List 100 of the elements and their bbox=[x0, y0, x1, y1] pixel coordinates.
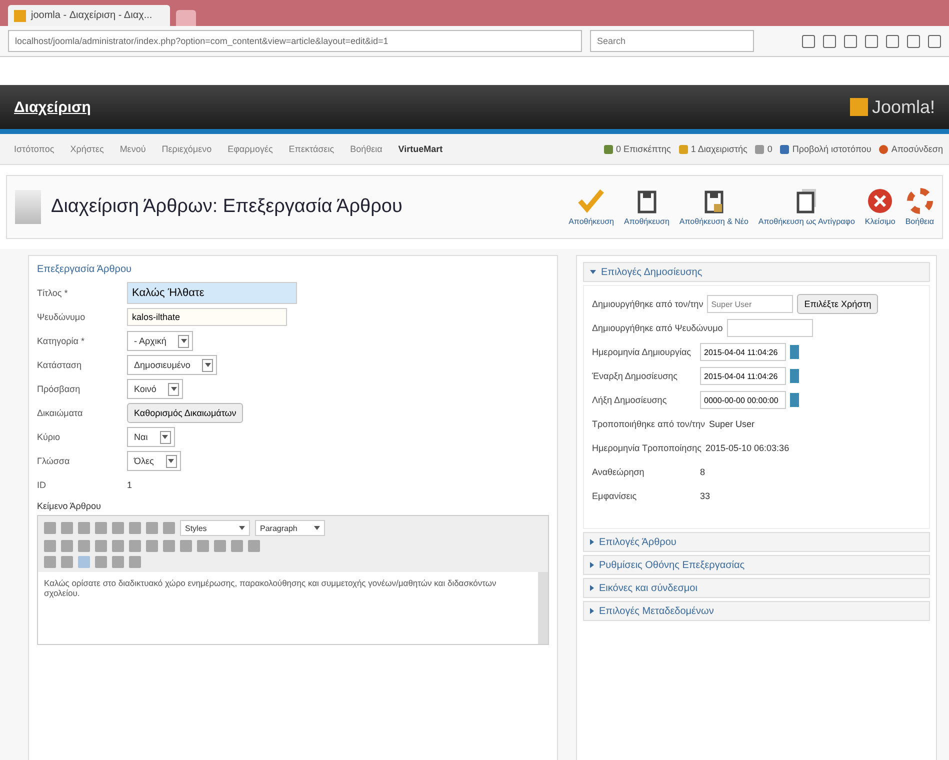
status-link[interactable]: Προβολή ιστοτόπου bbox=[780, 144, 872, 154]
panel-header[interactable]: Επιλογές Μεταδεδομένων bbox=[583, 601, 930, 621]
format-tool-icon[interactable] bbox=[78, 556, 90, 568]
panel-header[interactable]: Επιλογές Άρθρου bbox=[583, 532, 930, 552]
field-label: Ψευδώνυμο bbox=[37, 312, 86, 322]
fieldset-legend: Επεξεργασία Άρθρου bbox=[37, 264, 557, 275]
field-label: Έναρξη Δημοσίευσης bbox=[592, 371, 679, 381]
menu-item[interactable]: VirtueMart bbox=[390, 144, 451, 154]
toolbar-icon[interactable] bbox=[865, 34, 878, 48]
calendar-icon[interactable] bbox=[790, 345, 799, 359]
toolbar-icon[interactable] bbox=[907, 34, 920, 48]
menu-item[interactable]: Ιστότοπος bbox=[6, 144, 62, 154]
permissions-button[interactable]: Καθορισμός Δικαιωμάτων bbox=[127, 403, 244, 423]
field-label: Αναθεώρηση bbox=[592, 467, 646, 477]
status-link[interactable]: 1 Διαχειριστής bbox=[678, 144, 748, 154]
calendar-icon[interactable] bbox=[790, 393, 799, 407]
status-link[interactable]: 0 Επισκέπτης bbox=[604, 144, 671, 154]
field-label: Κατηγορία * bbox=[37, 336, 86, 346]
menu-item[interactable]: Εφαρμογές bbox=[220, 144, 281, 154]
format-tool-icon[interactable] bbox=[231, 540, 243, 552]
format-tool-icon[interactable] bbox=[197, 540, 209, 552]
toolbar-icon[interactable] bbox=[844, 34, 857, 48]
toolbar-icon[interactable] bbox=[823, 34, 836, 48]
format-tool-icon[interactable] bbox=[112, 522, 124, 534]
toolbar-button[interactable]: Αποθήκευση bbox=[624, 190, 670, 226]
checkmark-icon bbox=[577, 188, 606, 214]
date-field[interactable]: 0000-00-00 00:00:00 bbox=[700, 391, 786, 409]
field-label: ID bbox=[37, 480, 47, 490]
toolbar-button[interactable]: Κλείσιμο bbox=[864, 188, 896, 226]
format-tool-icon[interactable] bbox=[78, 522, 90, 534]
address-bar[interactable]: localhost/joomla/administrator/index.php?option=com_content&view=article&layout=edit&id=1 bbox=[8, 30, 582, 52]
select-user-button[interactable]: Επιλέξτε Χρήστη bbox=[797, 294, 878, 314]
toolbar-button[interactable]: Αποθήκευση & Νέο bbox=[679, 190, 748, 226]
format-tool-icon[interactable] bbox=[248, 540, 260, 552]
menu-item[interactable]: Βοήθεια bbox=[342, 144, 390, 154]
text-field[interactable]: kalos-ilthate bbox=[127, 308, 287, 326]
date-field[interactable]: 2015-04-04 11:04:26 bbox=[700, 367, 786, 385]
format-tool-icon[interactable] bbox=[95, 556, 107, 568]
format-tool-icon[interactable] bbox=[112, 556, 124, 568]
format-tool-icon[interactable] bbox=[129, 540, 141, 552]
browser-tab[interactable]: joomla - Διαχείριση - Διαχ... bbox=[8, 5, 170, 26]
select-field[interactable]: - Αρχική bbox=[127, 331, 194, 351]
select-field[interactable]: Ναι bbox=[127, 427, 175, 447]
menu-item[interactable]: Χρήστες bbox=[62, 144, 112, 154]
select-field[interactable]: Κοινό bbox=[127, 379, 184, 399]
toolbar-button[interactable]: Αποθήκευση bbox=[568, 188, 614, 226]
text-field[interactable]: Καλώς Ήλθατε bbox=[127, 282, 297, 304]
toolbar-icon[interactable] bbox=[886, 34, 899, 48]
select-field[interactable]: Όλες bbox=[127, 451, 181, 471]
close-icon bbox=[867, 188, 894, 214]
panel-header[interactable]: Εικόνες και σύνδεσμοι bbox=[583, 578, 930, 598]
menu-item[interactable]: Επεκτάσεις bbox=[280, 144, 342, 154]
select-field[interactable]: Δημοσιευμένο bbox=[127, 355, 218, 375]
calendar-icon[interactable] bbox=[790, 369, 799, 383]
format-tool-icon[interactable] bbox=[163, 522, 175, 534]
user-field[interactable]: Super User bbox=[707, 295, 794, 313]
field-value: Super User bbox=[708, 419, 755, 429]
format-tool-icon[interactable] bbox=[95, 540, 107, 552]
field-label: Γλώσσα bbox=[37, 456, 71, 466]
format-dropdown[interactable]: Paragraph bbox=[255, 520, 325, 536]
format-tool-icon[interactable] bbox=[180, 540, 192, 552]
status-link[interactable]: Αποσύνδεση bbox=[879, 144, 943, 154]
format-tool-icon[interactable] bbox=[44, 522, 56, 534]
new-tab-button[interactable] bbox=[176, 10, 196, 26]
format-tool-icon[interactable] bbox=[129, 556, 141, 568]
format-tool-icon[interactable] bbox=[146, 540, 158, 552]
toolbar-icon[interactable] bbox=[802, 34, 815, 48]
panel-header[interactable]: Ρυθμίσεις Οθόνης Επεξεργασίας bbox=[583, 555, 930, 575]
format-tool-icon[interactable] bbox=[146, 522, 158, 534]
toolbar-icon[interactable] bbox=[928, 34, 941, 48]
admin-title[interactable]: Διαχείριση bbox=[14, 98, 91, 116]
alias-field[interactable] bbox=[726, 319, 813, 337]
status-link[interactable]: 0 bbox=[755, 144, 772, 154]
field-label: Κατάσταση bbox=[37, 360, 82, 370]
format-tool-icon[interactable] bbox=[129, 522, 141, 534]
lifebuoy-icon bbox=[906, 188, 933, 214]
menu-item[interactable]: Περιεχόμενο bbox=[154, 144, 220, 154]
format-tool-icon[interactable] bbox=[61, 556, 73, 568]
panel-header[interactable]: Επιλογές Δημοσίευσης bbox=[583, 262, 930, 282]
format-tool-icon[interactable] bbox=[214, 540, 226, 552]
field-label: Ημερομηνία Δημιουργίας bbox=[592, 347, 692, 357]
format-tool-icon[interactable] bbox=[78, 540, 90, 552]
format-tool-icon[interactable] bbox=[112, 540, 124, 552]
joomla-tab-icon bbox=[14, 10, 26, 22]
browser-search-field[interactable]: Search bbox=[590, 30, 754, 52]
floppy-copy-icon bbox=[796, 188, 818, 214]
format-tool-icon[interactable] bbox=[163, 540, 175, 552]
field-value: 8 bbox=[700, 467, 706, 477]
format-tool-icon[interactable] bbox=[95, 522, 107, 534]
date-field[interactable]: 2015-04-04 11:04:26 bbox=[700, 343, 786, 361]
format-tool-icon[interactable] bbox=[61, 522, 73, 534]
menu-item[interactable]: Μενού bbox=[112, 144, 154, 154]
floppy-plus-icon bbox=[704, 190, 724, 214]
toolbar-button[interactable]: Αποθήκευση ως Αντίγραφο bbox=[758, 188, 855, 226]
styles-dropdown[interactable]: Styles bbox=[180, 520, 250, 536]
format-tool-icon[interactable] bbox=[44, 540, 56, 552]
toolbar-button[interactable]: Βοήθεια bbox=[905, 188, 934, 226]
format-tool-icon[interactable] bbox=[61, 540, 73, 552]
field-value: 2015-05-10 06:03:36 bbox=[706, 443, 790, 453]
format-tool-icon[interactable] bbox=[44, 556, 56, 568]
